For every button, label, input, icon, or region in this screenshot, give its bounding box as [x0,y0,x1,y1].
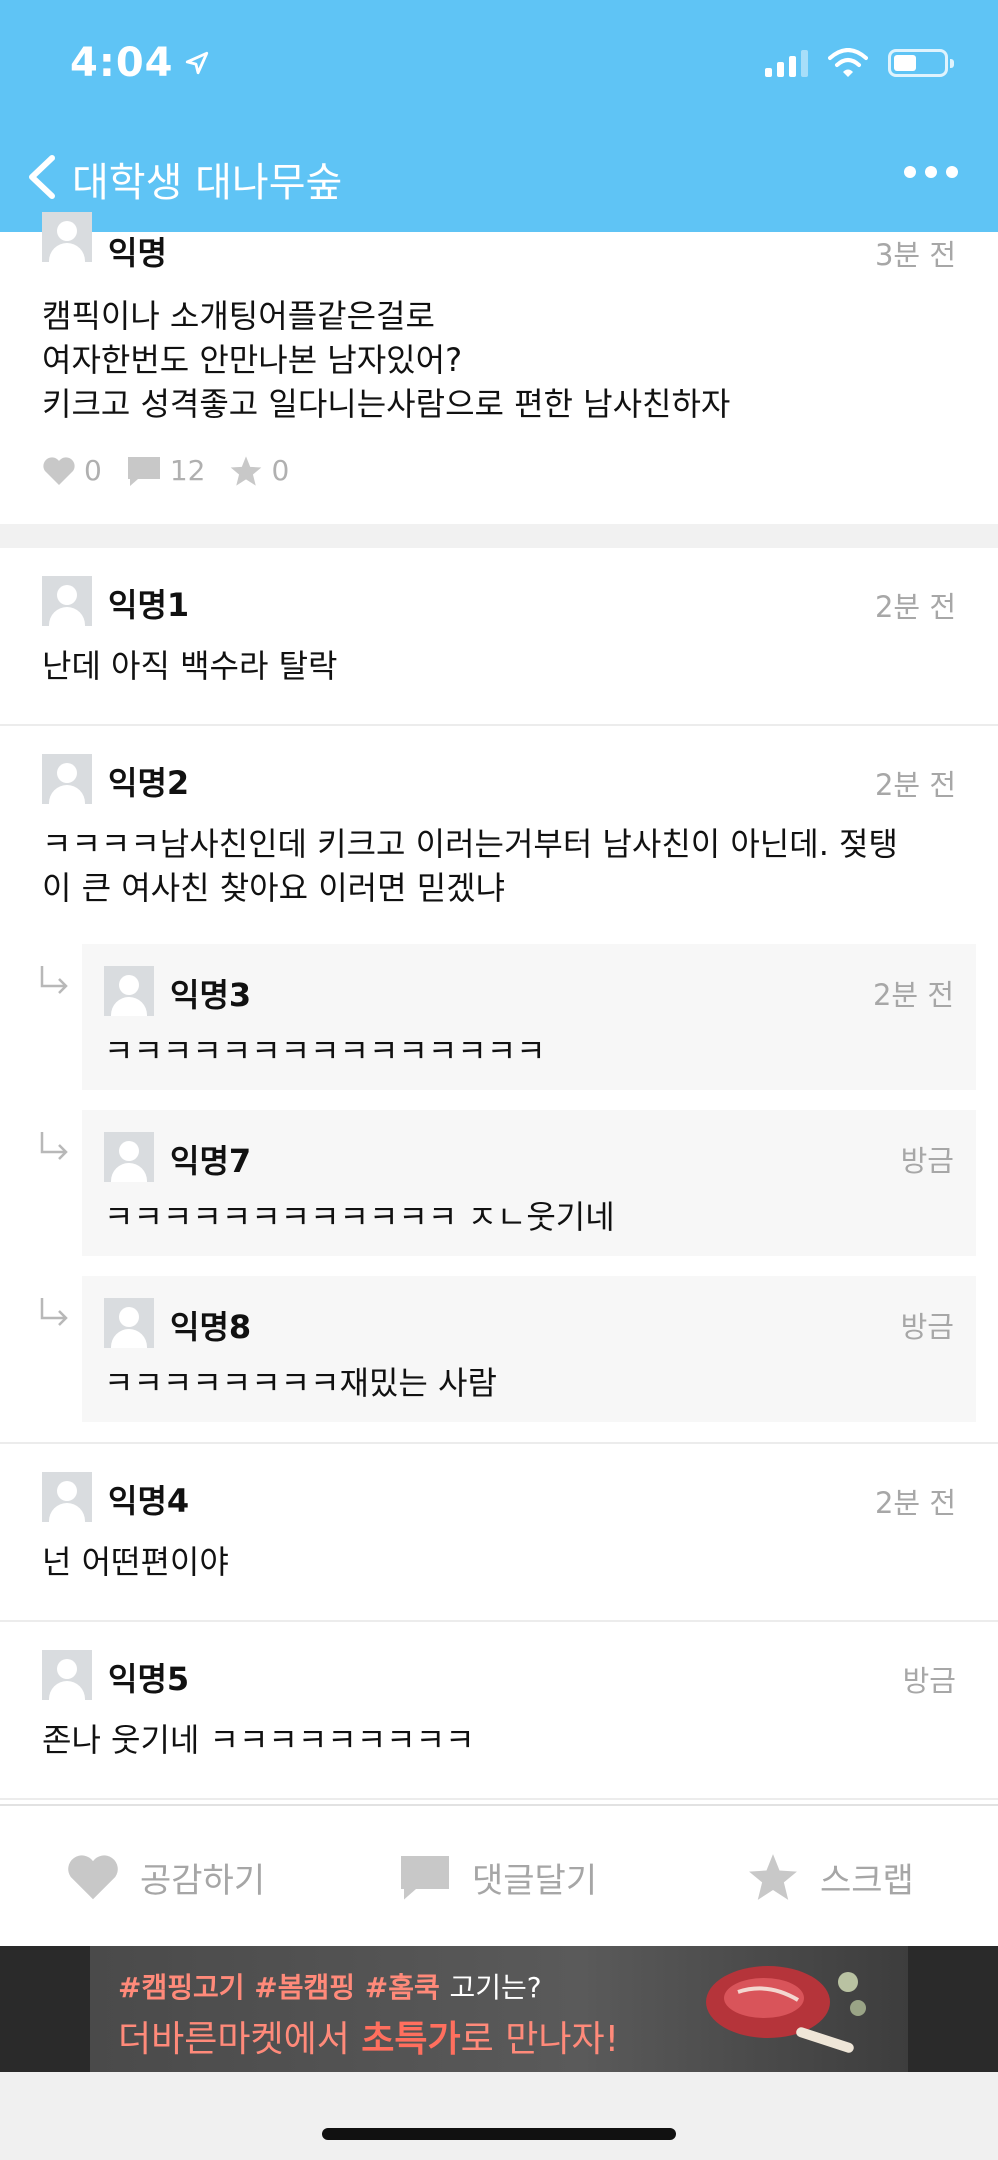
comment-item: 익명5 방금 존나 웃기네 ㅋㅋㅋㅋㅋㅋㅋㅋㅋ [0,1622,998,1800]
home-indicator-area [0,2072,998,2160]
comment-author: 익명4 [108,1482,190,1520]
reply-time: 방금 [900,1144,954,1178]
post-header: 익명 3분 전 [42,212,956,272]
ad-subline: 더바른마켓에서 초특가로 만나자! [118,2019,620,2060]
comment-time: 2분 전 [874,768,956,802]
comment-text: 넌 어떤편이야 [42,1543,229,1581]
top-bar: 4:04 대학생 대나무숲 [0,0,998,232]
post-line: 여자한번도 안만나본 남자있어? [42,341,463,379]
avatar [42,1650,92,1700]
status-time-text: 4:04 [70,40,174,86]
comment-item: 익명1 2분 전 난데 아직 백수라 탈락 [0,548,998,726]
avatar [104,966,154,1016]
scrap-button-label: 스크랩 [820,1860,914,1901]
reply-author: 익명8 [170,1308,252,1346]
comment-text: ㅋㅋㅋㅋ남사친인데 키크고 이러는거부터 남사친이 아닌데. 젖탱 이 큰 여사… [42,822,956,910]
comment-author: 익명2 [108,764,190,802]
reply-arrow-icon [40,966,68,994]
heart-icon [43,456,75,485]
signal-icon [765,49,808,77]
action-bar: 공감하기 댓글달기 스크랩 [0,1804,998,1946]
avatar [42,1472,92,1522]
avatar [42,754,92,804]
ad-creative[interactable]: #캠핑고기 #봄캠핑 #홈쿡 고기는? 더바른마켓에서 초특가로 만나자! [90,1946,908,2072]
avatar [104,1132,154,1182]
comment-button-label: 댓글달기 [472,1860,598,1901]
comment-bubble-icon [127,456,160,486]
status-icons [765,48,954,78]
post: 익명 3분 전 캠픽이나 소개팅어플같은걸로 여자한번도 안만나본 남자있어? … [0,212,998,524]
avatar [42,576,92,626]
reply-text: ㅋㅋㅋㅋㅋㅋㅋㅋㅋㅋㅋㅋ ㅈㄴ웃기네 [104,1198,615,1236]
reply-item: 익명8 방금 ㅋㅋㅋㅋㅋㅋㅋㅋ재밌는 사람 [82,1276,976,1422]
comment-text-line: 이 큰 여사친 찾아요 이러면 믿겠냐 [42,869,506,907]
wifi-icon [828,48,868,77]
back-chevron-icon[interactable] [22,152,62,202]
post-time: 3분 전 [874,238,956,272]
scrap-count: 0 [229,454,289,487]
comment-time: 방금 [902,1664,956,1698]
post-body: 캠픽이나 소개팅어플같은걸로 여자한번도 안만나본 남자있어? 키크고 성격좋고… [42,294,956,426]
post-line: 캠픽이나 소개팅어플같은걸로 [42,297,435,335]
status-time: 4:04 [70,40,210,86]
comment-text: 존나 웃기네 ㅋㅋㅋㅋㅋㅋㅋㅋㅋ [42,1721,475,1759]
reply-item: 익명3 2분 전 ㅋㅋㅋㅋㅋㅋㅋㅋㅋㅋㅋㅋㅋㅋㅋ [82,944,976,1090]
comment-time: 2분 전 [874,1486,956,1520]
board-title[interactable]: 대학생 대나무숲 [72,150,342,208]
avatar [42,212,92,262]
reply-time: 방금 [900,1310,954,1344]
like-button-label: 공감하기 [140,1860,266,1901]
reply-item: 익명7 방금 ㅋㅋㅋㅋㅋㅋㅋㅋㅋㅋㅋㅋ ㅈㄴ웃기네 [82,1110,976,1256]
post-stats: 0 12 0 [42,454,289,487]
comment-button[interactable]: 댓글달기 [398,1806,597,1948]
section-divider [0,524,998,548]
ad-banner[interactable]: #캠핑고기 #봄캠핑 #홈쿡 고기는? 더바른마켓에서 초특가로 만나자! [0,1946,998,2072]
steak-image [706,1966,866,2053]
scrap-button[interactable]: 스크랩 [746,1806,914,1948]
ad-headline: #캠핑고기 #봄캠핑 #홈쿡 고기는? [118,1971,542,2004]
reply-author: 익명3 [170,976,252,1014]
star-icon [231,455,262,486]
reply-arrow-icon [40,1298,68,1326]
comment-item: 익명2 2분 전 ㅋㅋㅋㅋ남사친인데 키크고 이러는거부터 남사친이 아닌데. … [0,726,998,1444]
comment-text: 난데 아직 백수라 탈락 [42,647,338,685]
comment-time: 2분 전 [874,590,956,624]
reply-text: ㅋㅋㅋㅋㅋㅋㅋㅋ재밌는 사람 [104,1364,497,1402]
comment-author: 익명5 [108,1660,190,1698]
post-author: 익명 [108,234,167,272]
home-indicator[interactable] [322,2128,676,2140]
comment-item: 익명4 2분 전 넌 어떤편이야 [0,1444,998,1622]
comment-bubble-icon [401,1856,449,1900]
avatar [104,1298,154,1348]
reply-time: 2분 전 [872,978,954,1012]
heart-icon [68,1855,118,1900]
comment-count: 12 [126,454,205,487]
like-count: 0 [42,454,102,487]
reply-author: 익명7 [170,1142,252,1180]
battery-icon [888,49,954,77]
location-arrow-icon [185,51,208,75]
more-options-icon[interactable] [904,166,958,178]
comment-author: 익명1 [108,586,190,624]
star-icon [749,1854,797,1900]
like-button[interactable]: 공감하기 [66,1806,265,1948]
reply-arrow-icon [40,1132,68,1160]
comment-text-line: ㅋㅋㅋㅋ남사친인데 키크고 이러는거부터 남사친이 아닌데. 젖탱 [42,825,898,863]
reply-text: ㅋㅋㅋㅋㅋㅋㅋㅋㅋㅋㅋㅋㅋㅋㅋ [104,1032,546,1070]
post-line: 키크고 성격좋고 일다니는사람으로 편한 남사친하자 [42,385,731,423]
